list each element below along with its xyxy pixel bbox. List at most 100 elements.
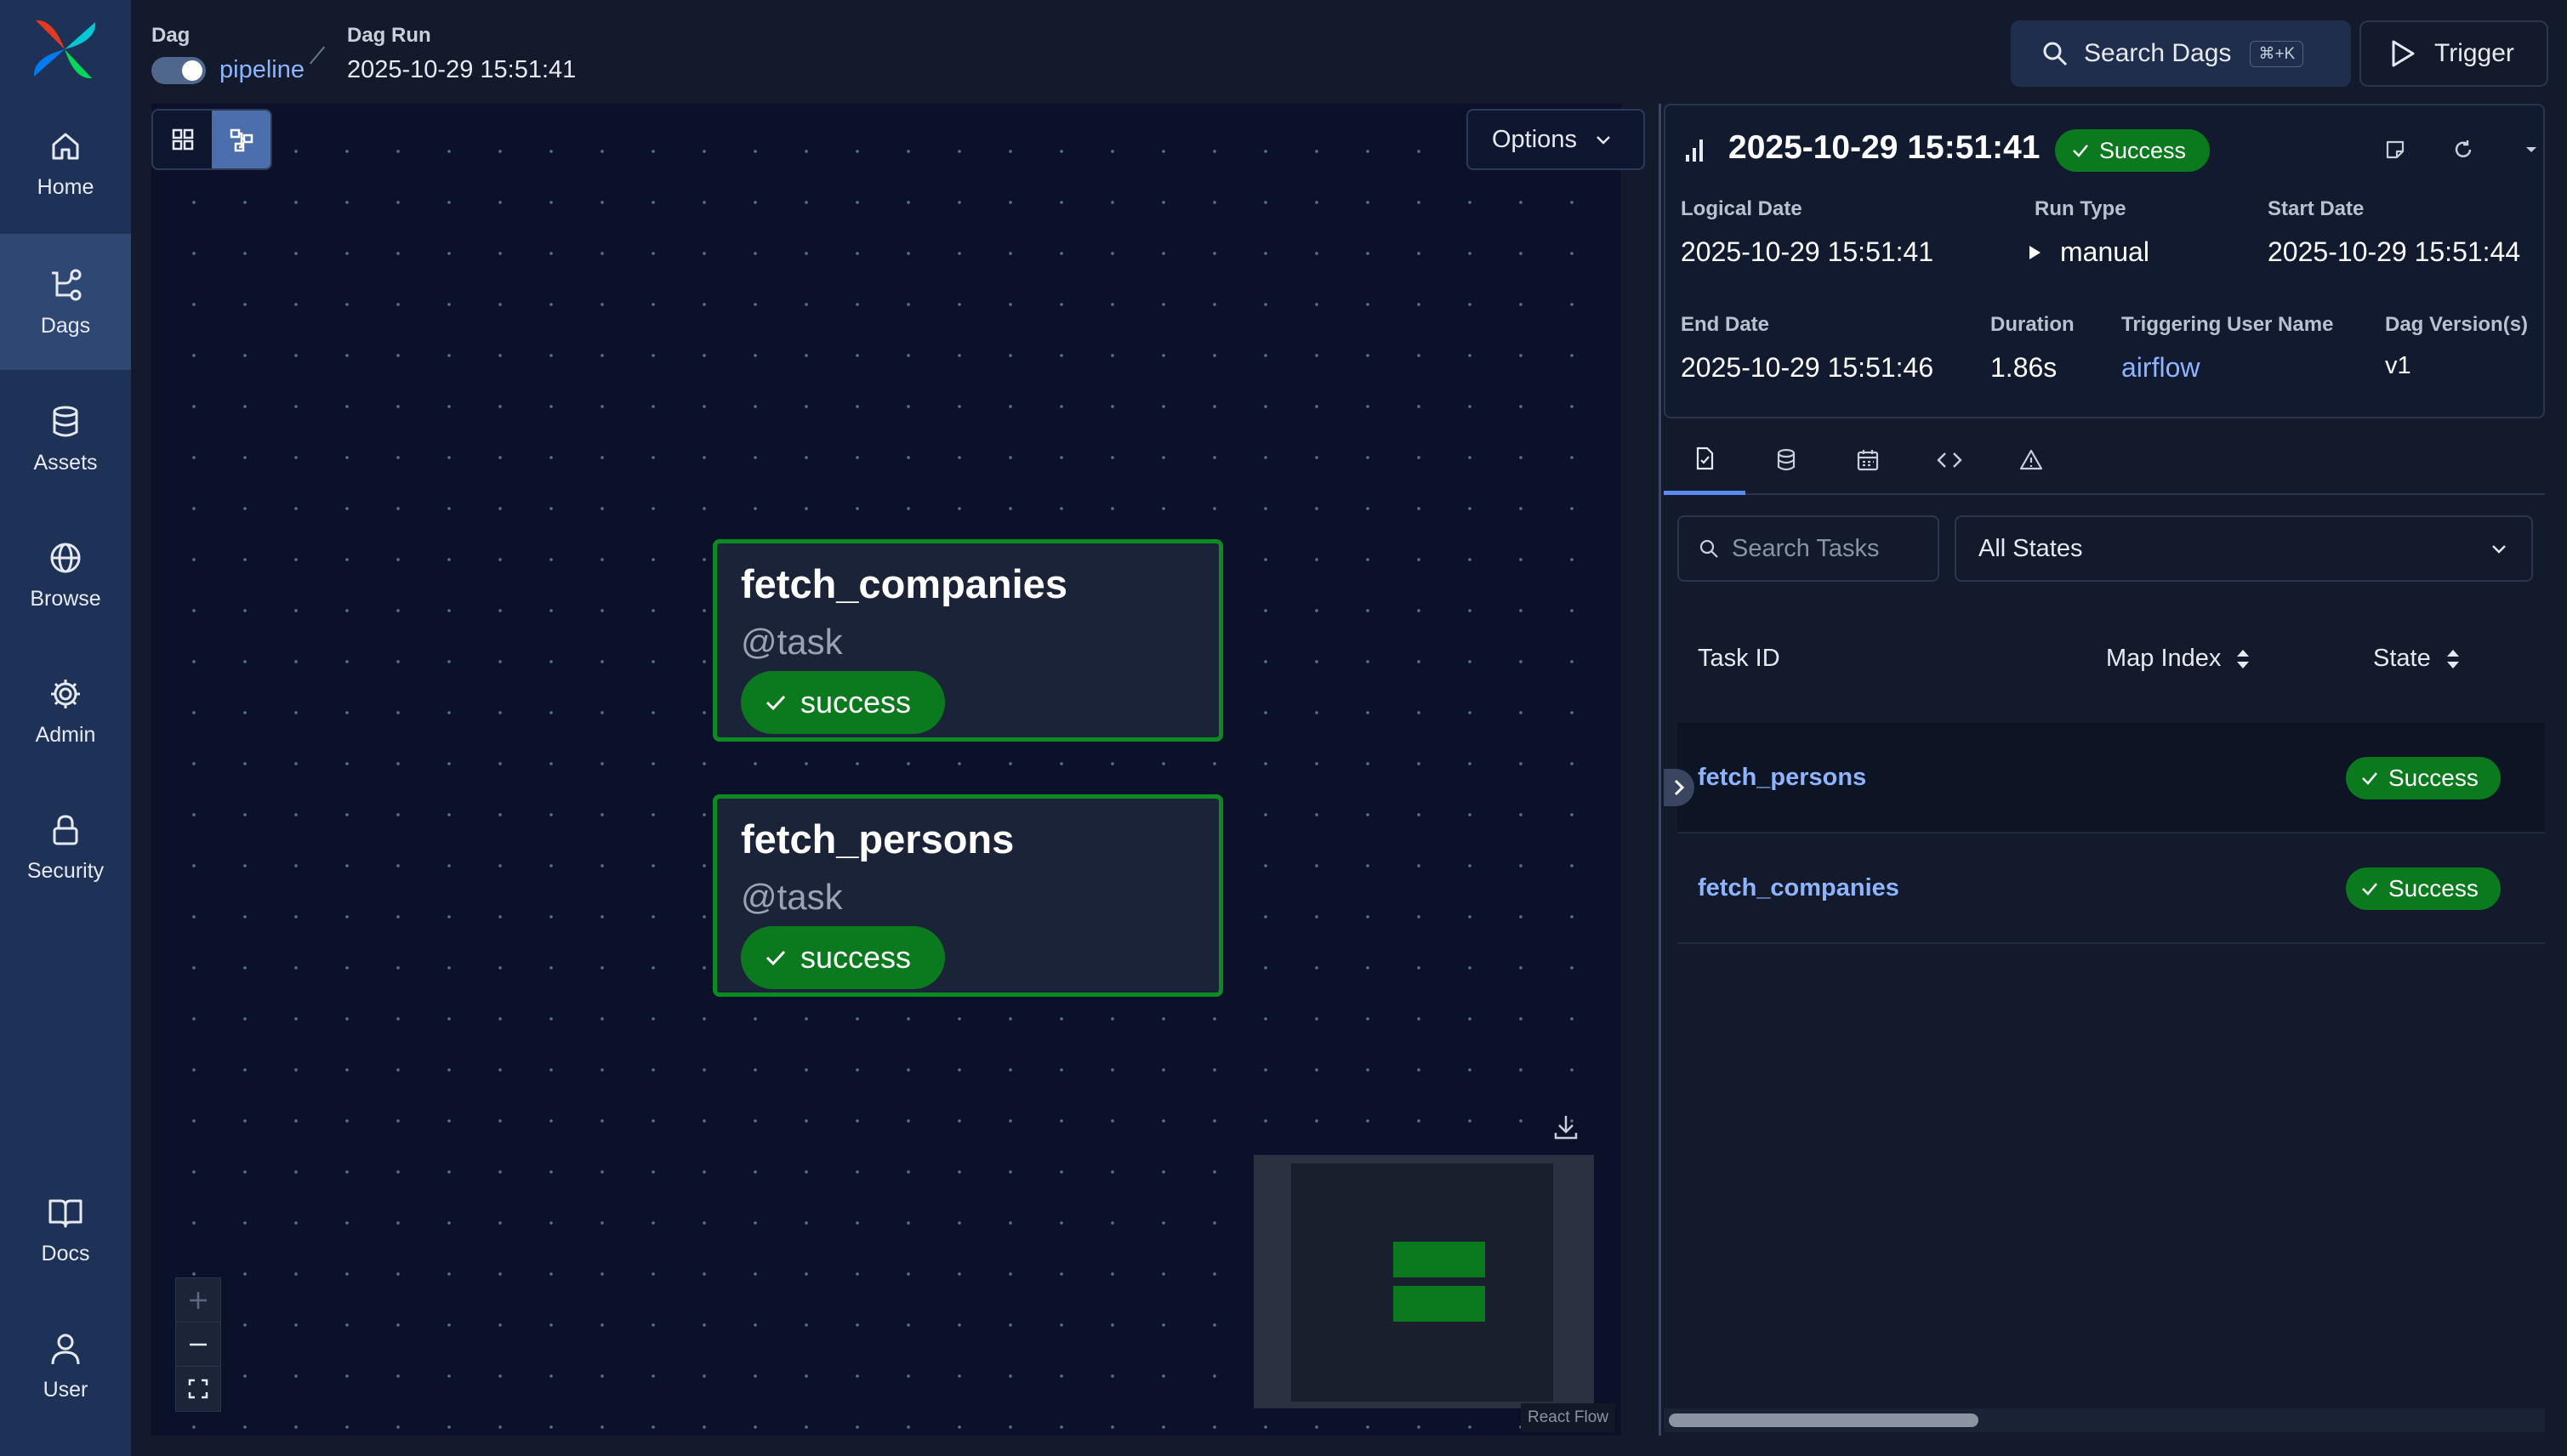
chevron-down-icon — [2526, 147, 2536, 152]
dag-version-label: Dag Version(s) — [2385, 313, 2529, 336]
fit-view-icon — [188, 1379, 208, 1399]
database-icon — [53, 406, 78, 436]
run-details-card: 2025-10-29 15:51:41 Success Logical Date… — [1664, 104, 2545, 418]
sidebar-item-label: Home — [37, 174, 94, 199]
task-node-name: fetch_persons — [741, 816, 1015, 862]
panel-resize-divider[interactable] — [1659, 104, 1661, 1436]
run-tabs — [1664, 425, 2545, 495]
state-filter-select[interactable]: All States — [1955, 515, 2533, 582]
sidebar: Home Dags Assets Browse Admin Security D… — [0, 0, 131, 1456]
tab-warnings[interactable] — [1990, 425, 2072, 495]
download-icon[interactable] — [1551, 1112, 1580, 1141]
column-header-task-id[interactable]: Task ID — [1698, 645, 1780, 673]
task-state-badge: Success — [2346, 757, 2501, 799]
triggering-user-label: Triggering User Name — [2121, 313, 2334, 336]
task-node-fetch-persons[interactable]: fetch_persons @task success — [713, 794, 1223, 997]
end-date-value: 2025-10-29 15:51:46 — [1681, 352, 1934, 383]
sidebar-item-assets[interactable]: Assets — [0, 371, 131, 507]
task-node-type: @task — [741, 877, 843, 917]
task-table-header: Task ID Map Index State — [1677, 626, 2545, 696]
run-status-badge: Success — [2055, 129, 2210, 172]
task-node-type: @task — [741, 622, 843, 662]
sidebar-item-browse[interactable]: Browse — [0, 507, 131, 643]
breadcrumb-dag-link[interactable]: pipeline — [219, 56, 305, 84]
search-dags-button[interactable]: Search Dags ⌘+K — [2011, 20, 2351, 87]
task-search-field[interactable] — [1677, 515, 1939, 582]
play-icon — [2029, 245, 2041, 259]
sidebar-item-security[interactable]: Security — [0, 779, 131, 915]
task-state-badge: success — [741, 926, 945, 989]
graph-options-button[interactable]: Options — [1466, 109, 1645, 170]
scrollbar-thumb[interactable] — [1669, 1413, 1978, 1427]
more-actions-button[interactable] — [2514, 133, 2548, 167]
tab-task-instances[interactable] — [1664, 425, 1745, 495]
column-header-label: State — [2373, 645, 2431, 672]
react-flow-attribution[interactable]: React Flow — [1521, 1403, 1616, 1432]
gear-icon — [51, 679, 80, 708]
minimap-node — [1393, 1286, 1485, 1322]
minus-icon — [190, 1343, 207, 1345]
sidebar-item-home[interactable]: Home — [0, 95, 131, 231]
graph-view-button[interactable] — [212, 111, 270, 168]
task-instances-icon — [1696, 446, 1714, 469]
task-id-link[interactable]: fetch_companies — [1698, 874, 1899, 902]
airflow-logo-icon[interactable] — [31, 17, 99, 82]
breadcrumb-run-id: 2025-10-29 15:51:41 — [347, 56, 577, 83]
triggering-user-link[interactable]: airflow — [2121, 352, 2200, 384]
options-label: Options — [1492, 125, 1577, 153]
search-dags-label: Search Dags — [2084, 39, 2232, 67]
asset-events-icon — [1777, 448, 1796, 471]
book-icon — [48, 1199, 83, 1227]
sidebar-item-label: Admin — [35, 722, 96, 747]
minimap[interactable] — [1254, 1155, 1594, 1408]
sort-icon — [2237, 649, 2250, 668]
run-status-label: Success — [2099, 137, 2187, 163]
tab-code[interactable] — [1909, 425, 1990, 495]
zoom-out-button[interactable] — [176, 1322, 220, 1367]
add-note-button[interactable] — [2378, 133, 2412, 167]
task-search-input[interactable] — [1732, 534, 1902, 563]
lock-icon — [53, 814, 78, 845]
column-header-state[interactable]: State — [2373, 645, 2462, 673]
sidebar-item-user[interactable]: User — [0, 1298, 131, 1434]
task-state-label: success — [800, 940, 912, 975]
fit-view-button[interactable] — [176, 1367, 220, 1411]
sidebar-item-admin[interactable]: Admin — [0, 643, 131, 779]
column-header-map-index[interactable]: Map Index — [2106, 645, 2251, 673]
check-icon — [2073, 145, 2088, 157]
toggle-knob — [182, 60, 202, 81]
sort-icon — [2446, 649, 2459, 668]
sidebar-item-label: Browse — [30, 586, 101, 611]
search-icon — [2043, 42, 2068, 66]
clear-run-button[interactable] — [2446, 133, 2480, 167]
refresh-icon — [2455, 140, 2472, 157]
graph-icon — [230, 128, 253, 152]
table-row[interactable]: fetch_companies Success — [1677, 833, 2545, 944]
chevron-right-icon — [1674, 779, 1685, 796]
grid-view-button[interactable] — [153, 111, 212, 168]
sidebar-item-label: Assets — [33, 450, 98, 475]
sidebar-item-label: Docs — [41, 1241, 90, 1265]
check-icon — [766, 695, 786, 711]
table-row[interactable]: fetch_persons Success — [1677, 723, 2545, 833]
task-node-name: fetch_companies — [741, 561, 1067, 606]
task-node-fetch-companies[interactable]: fetch_companies @task success — [713, 539, 1223, 742]
grid-icon — [172, 128, 193, 151]
sidebar-item-dags[interactable]: Dags — [0, 234, 131, 370]
trigger-button[interactable]: Trigger — [2359, 20, 2548, 87]
sidebar-item-docs[interactable]: Docs — [0, 1162, 131, 1298]
tab-asset-events[interactable] — [1745, 425, 1827, 495]
state-filter-value: All States — [1978, 534, 2083, 562]
breadcrumb-run-label: Dag Run — [347, 24, 431, 47]
zoom-in-button[interactable] — [176, 1278, 220, 1322]
task-state-badge: success — [741, 671, 945, 734]
run-type-value: manual — [2060, 236, 2149, 267]
tab-audit-log[interactable] — [1827, 425, 1909, 495]
user-icon — [51, 1334, 80, 1364]
dag-version-value: v1 — [2385, 352, 2411, 379]
zoom-controls — [175, 1277, 221, 1412]
audit-log-icon — [1857, 450, 1879, 471]
task-id-link[interactable]: fetch_persons — [1698, 764, 1866, 792]
sidebar-item-label: User — [43, 1377, 88, 1402]
dag-pause-toggle[interactable] — [151, 57, 206, 84]
